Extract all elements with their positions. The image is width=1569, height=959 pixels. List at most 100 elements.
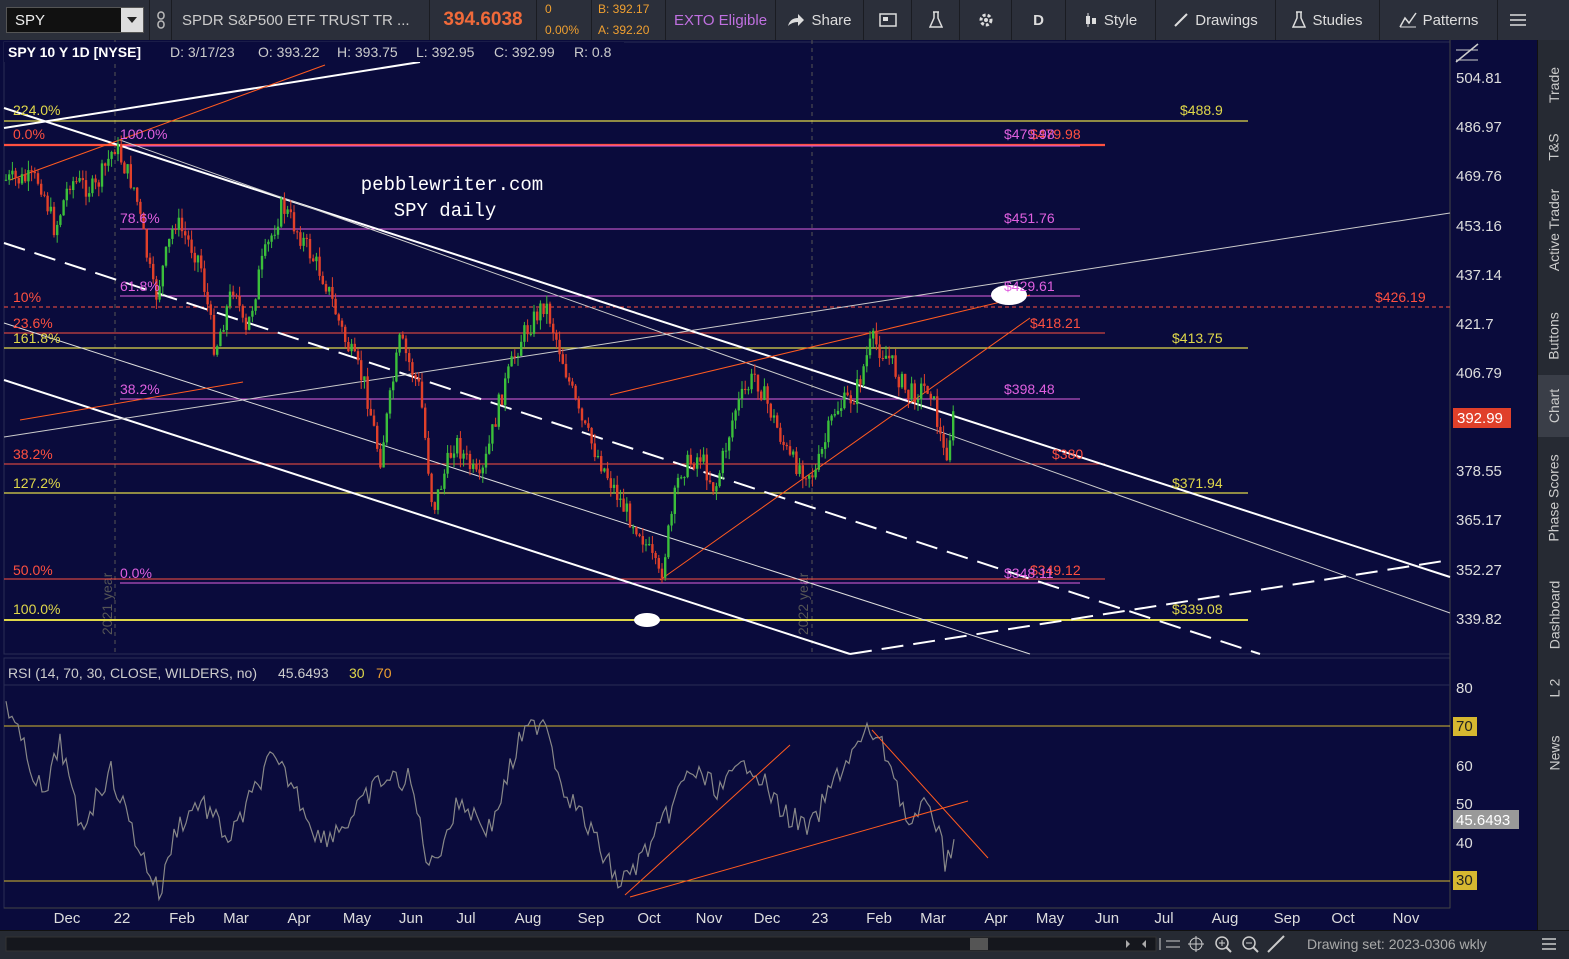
candle-body bbox=[27, 170, 30, 182]
symbol-input[interactable]: SPY bbox=[6, 7, 144, 33]
time-scrollbar-thumb[interactable] bbox=[970, 938, 988, 950]
sidebar-tab-trade[interactable]: Trade bbox=[1538, 50, 1569, 120]
candle-body bbox=[33, 171, 36, 174]
sidebar-tab-news[interactable]: News bbox=[1538, 725, 1569, 780]
chart-canvas[interactable]: 2021 year 2022 year pebblewriter.com SPY… bbox=[0, 40, 1537, 930]
candle-body bbox=[600, 456, 603, 472]
candle-body bbox=[24, 174, 27, 182]
candle-body bbox=[174, 229, 177, 231]
drawings-button[interactable]: Drawings bbox=[1156, 0, 1276, 40]
price-tick: 352.27 bbox=[1456, 562, 1502, 579]
candle-body bbox=[619, 498, 622, 500]
candle-body bbox=[500, 394, 504, 405]
drawings-label: Drawings bbox=[1195, 11, 1258, 29]
candle-body bbox=[833, 414, 836, 416]
candle-body bbox=[536, 311, 539, 321]
candle-body bbox=[8, 174, 11, 180]
sidebar-tab-label: Dashboard bbox=[1546, 580, 1562, 650]
candle-body bbox=[571, 381, 574, 386]
candle-body bbox=[36, 173, 40, 184]
chevron-down-icon[interactable] bbox=[121, 8, 143, 32]
candle-body bbox=[414, 374, 417, 379]
style-button[interactable]: Style bbox=[1066, 0, 1156, 40]
candle-body bbox=[932, 396, 936, 399]
share-button[interactable]: Share bbox=[776, 0, 864, 40]
candle-body bbox=[801, 465, 804, 479]
candle-body bbox=[673, 487, 676, 514]
candle-body bbox=[609, 478, 612, 488]
drawing-set-menu-icon[interactable] bbox=[1542, 938, 1556, 950]
candle-body bbox=[894, 355, 897, 377]
zoom-out-icon[interactable] bbox=[1242, 936, 1259, 953]
candle-body bbox=[840, 408, 843, 411]
drawing-set-label[interactable]: Drawing set: 2023-0306 wkly bbox=[1307, 936, 1487, 952]
candle-body bbox=[411, 362, 414, 375]
candle-body bbox=[283, 198, 286, 214]
candle-body bbox=[683, 477, 686, 479]
year-label-2022: 2022 year bbox=[795, 572, 811, 635]
studies-button[interactable]: Studies bbox=[1276, 0, 1380, 40]
sidebar-tab-ts[interactable]: T&S bbox=[1538, 122, 1569, 172]
candle-body bbox=[699, 457, 702, 462]
period-button[interactable]: D bbox=[1012, 0, 1066, 40]
candle-body bbox=[222, 330, 225, 332]
zoom-in-icon[interactable] bbox=[1215, 936, 1232, 953]
candle-body bbox=[792, 451, 795, 455]
show-cursor-icon[interactable] bbox=[1159, 938, 1180, 950]
candle-body bbox=[46, 195, 49, 212]
price-tick: 437.14 bbox=[1456, 267, 1502, 284]
candle-body bbox=[308, 238, 312, 259]
sidebar-tab-chart[interactable]: Chart bbox=[1538, 375, 1569, 437]
candle-body bbox=[520, 341, 523, 356]
ellipse-marker-339[interactable] bbox=[634, 613, 660, 627]
candle-body bbox=[670, 513, 673, 526]
watermark-line1: pebblewriter.com bbox=[361, 174, 543, 196]
time-tick: Dec bbox=[754, 910, 781, 927]
crosshair-icon[interactable] bbox=[1188, 936, 1204, 952]
news-icon[interactable] bbox=[864, 0, 912, 40]
exto-eligible-badge[interactable]: EXTO Eligible bbox=[666, 0, 776, 40]
sidebar-tab-active-trader[interactable]: Active Trader bbox=[1538, 175, 1569, 285]
candle-body bbox=[539, 303, 542, 321]
candle-body bbox=[936, 396, 939, 427]
share-label: Share bbox=[811, 11, 852, 29]
sidebar-tab-l2[interactable]: L 2 bbox=[1538, 668, 1569, 708]
candle-body bbox=[580, 408, 584, 421]
candle-body bbox=[430, 473, 433, 503]
drawing-pencil-icon[interactable] bbox=[1267, 935, 1285, 953]
candle-body bbox=[651, 544, 654, 553]
candle-body bbox=[324, 284, 328, 292]
candle-body bbox=[94, 178, 97, 183]
flask-icon[interactable] bbox=[912, 0, 960, 40]
sidebar-tab-dashboard[interactable]: Dashboard bbox=[1538, 565, 1569, 665]
candle-body bbox=[212, 314, 216, 355]
sidebar-tab-label: News bbox=[1546, 734, 1563, 771]
candle-body bbox=[577, 398, 580, 409]
candle-body bbox=[318, 256, 321, 276]
label-618: 61.8% bbox=[120, 278, 160, 294]
link-icon[interactable] bbox=[150, 0, 172, 40]
candle-body bbox=[235, 295, 238, 297]
menu-icon[interactable] bbox=[1498, 0, 1538, 40]
gear-icon[interactable] bbox=[960, 0, 1012, 40]
label-50: 50.0% bbox=[13, 562, 53, 578]
price-tick: 504.81 bbox=[1456, 70, 1502, 87]
candle-body bbox=[728, 437, 731, 451]
candle-body bbox=[52, 206, 56, 236]
sidebar-tab-phase-scores[interactable]: Phase Scores bbox=[1538, 440, 1569, 555]
candle-body bbox=[561, 354, 564, 364]
candle-body bbox=[715, 486, 718, 492]
candle-body bbox=[948, 440, 952, 461]
patterns-button[interactable]: Patterns bbox=[1380, 0, 1498, 40]
candle-body bbox=[251, 310, 254, 317]
time-tick: May bbox=[1036, 910, 1065, 927]
label-100-magenta: 100.0% bbox=[120, 126, 167, 142]
top-toolbar: SPY SPDR S&P500 ETF TRUST TR ... 394.603… bbox=[0, 0, 1569, 41]
ohlc-range: R: 0.8 bbox=[574, 44, 612, 60]
candle-body bbox=[596, 456, 600, 458]
candle-body bbox=[568, 377, 571, 382]
symbol-selector[interactable]: SPY bbox=[0, 0, 150, 40]
sidebar-tab-buttons[interactable]: Buttons bbox=[1538, 300, 1569, 372]
chart-header: SPY 10 Y 1D [NYSE] bbox=[8, 44, 141, 60]
candle-body bbox=[440, 488, 443, 490]
